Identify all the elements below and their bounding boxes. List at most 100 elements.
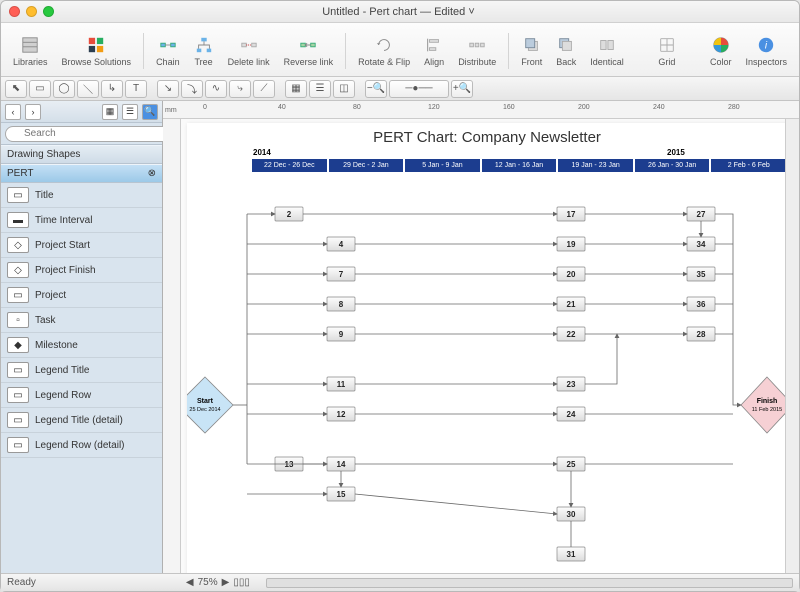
color-button[interactable]: Color <box>706 33 736 69</box>
task-node[interactable]: 23 <box>557 377 585 391</box>
canvas[interactable]: PERT Chart: Company Newsletter 2014 2015… <box>181 119 785 573</box>
conn-round[interactable]: ⟋ <box>253 80 275 98</box>
close-icon[interactable] <box>9 6 20 17</box>
conn-direct[interactable]: ↘ <box>157 80 179 98</box>
task-node[interactable]: 4 <box>327 237 355 251</box>
align-button[interactable]: Align <box>420 33 448 69</box>
vertical-scrollbar[interactable] <box>785 119 799 573</box>
shape-label: Legend Title (detail) <box>35 415 123 426</box>
shape-item[interactable]: ▭Legend Row (detail) <box>1 433 162 458</box>
sidebar-prev-icon[interactable]: ‹ <box>5 104 21 120</box>
shape-item[interactable]: ◇Project Start <box>1 233 162 258</box>
browse-solutions-button[interactable]: Browse Solutions <box>58 33 136 69</box>
connector-tool[interactable]: ↳ <box>101 80 123 98</box>
chain-button[interactable]: Chain <box>152 33 184 69</box>
close-group-icon[interactable]: ⊗ <box>148 168 156 179</box>
shape-item[interactable]: ▬Time Interval <box>1 208 162 233</box>
shape-item[interactable]: ▭Legend Title (detail) <box>1 408 162 433</box>
sidebar-search-toggle-icon[interactable]: 🔍 <box>142 104 158 120</box>
zoom-out-icon[interactable]: ◀ <box>186 577 194 588</box>
minimize-icon[interactable] <box>26 6 37 17</box>
snap-grid[interactable]: ▦ <box>285 80 307 98</box>
zoom-out-tool[interactable]: −🔍 <box>365 80 387 98</box>
conn-arc[interactable]: ⤵ <box>181 80 203 98</box>
svg-text:23: 23 <box>567 380 576 389</box>
distribute-button[interactable]: Distribute <box>454 33 500 69</box>
task-node[interactable]: 27 <box>687 207 715 221</box>
task-node[interactable]: 36 <box>687 297 715 311</box>
shape-item[interactable]: ▫Task <box>1 308 162 333</box>
task-node[interactable]: 2 <box>275 207 303 221</box>
statusbar: Ready ◀ 75% ▶ ▯▯▯ <box>1 573 799 591</box>
inspectors-button[interactable]: iInspectors <box>741 33 791 69</box>
rotate-flip-button[interactable]: Rotate & Flip <box>354 33 414 69</box>
start-node[interactable]: Start25 Dec 2014 <box>187 377 233 433</box>
ruler-horizontal: mm04080120160200240280 <box>163 101 799 119</box>
shape-thumb-icon: ◆ <box>7 337 29 353</box>
reverse-link-button[interactable]: Reverse link <box>280 33 338 69</box>
view-grid-icon[interactable]: ▦ <box>102 104 118 120</box>
identical-button[interactable]: Identical <box>586 33 628 69</box>
task-node[interactable]: 9 <box>327 327 355 341</box>
rect-tool[interactable]: ▭ <box>29 80 51 98</box>
task-node[interactable]: 30 <box>557 507 585 521</box>
task-node[interactable]: 35 <box>687 267 715 281</box>
text-tool[interactable]: T <box>125 80 147 98</box>
conn-bezier[interactable]: ∿ <box>205 80 227 98</box>
page-tabs-icon[interactable]: ▯▯▯ <box>233 577 250 588</box>
shape-item[interactable]: ◇Project Finish <box>1 258 162 283</box>
shape-item[interactable]: ▭Legend Row <box>1 383 162 408</box>
sidebar: ‹ › ▦ ☰ 🔍 🔍 Drawing Shapes PERT⊗ ▭Title▬… <box>1 101 163 573</box>
finish-node[interactable]: Finish11 Feb 2015 <box>741 377 785 433</box>
shape-item[interactable]: ▭Title <box>1 183 162 208</box>
horizontal-scrollbar[interactable] <box>266 578 793 588</box>
task-node[interactable]: 14 <box>327 457 355 471</box>
snap-obj[interactable]: ◫ <box>333 80 355 98</box>
task-node[interactable]: 21 <box>557 297 585 311</box>
libraries-button[interactable]: Libraries <box>9 33 52 69</box>
sidebar-next-icon[interactable]: › <box>25 104 41 120</box>
back-button[interactable]: Back <box>552 33 580 69</box>
task-node[interactable]: 20 <box>557 267 585 281</box>
task-node[interactable]: 22 <box>557 327 585 341</box>
zoom-control[interactable]: ◀ 75% ▶ ▯▯▯ <box>186 577 250 588</box>
conn-smart[interactable]: ⤷ <box>229 80 251 98</box>
shape-label: Milestone <box>35 340 78 351</box>
task-node[interactable]: 15 <box>327 487 355 501</box>
sidebar-group-drawing[interactable]: Drawing Shapes <box>1 145 162 164</box>
grid-button[interactable]: Grid <box>653 33 681 69</box>
maximize-icon[interactable] <box>43 6 54 17</box>
time-interval: 12 Jan - 16 Jan <box>481 158 558 173</box>
task-node[interactable]: 31 <box>557 547 585 561</box>
shape-item[interactable]: ▭Legend Title <box>1 358 162 383</box>
view-list-icon[interactable]: ☰ <box>122 104 138 120</box>
tree-button[interactable]: Tree <box>190 33 218 69</box>
task-node[interactable]: 24 <box>557 407 585 421</box>
pointer-tool[interactable]: ⬉ <box>5 80 27 98</box>
line-tool[interactable]: ＼ <box>77 80 99 98</box>
front-button[interactable]: Front <box>517 33 546 69</box>
delete-link-button[interactable]: Delete link <box>224 33 274 69</box>
ellipse-tool[interactable]: ◯ <box>53 80 75 98</box>
task-node[interactable]: 7 <box>327 267 355 281</box>
svg-text:12: 12 <box>337 410 346 419</box>
search-input[interactable] <box>5 126 173 142</box>
shape-item[interactable]: ▭Project <box>1 283 162 308</box>
task-node[interactable]: 8 <box>327 297 355 311</box>
shape-item[interactable]: ◆ Milestone <box>1 333 162 358</box>
task-node[interactable]: 19 <box>557 237 585 251</box>
zoom-slider[interactable]: ─●── <box>389 80 449 98</box>
snap-guides[interactable]: ☰ <box>309 80 331 98</box>
task-node[interactable]: 25 <box>557 457 585 471</box>
time-interval: 19 Jan - 23 Jan <box>557 158 634 173</box>
task-node[interactable]: 34 <box>687 237 715 251</box>
task-node[interactable]: 11 <box>327 377 355 391</box>
svg-text:13: 13 <box>285 460 294 469</box>
task-node[interactable]: 12 <box>327 407 355 421</box>
shape-thumb-icon: ◇ <box>7 262 29 278</box>
zoom-in-tool[interactable]: +🔍 <box>451 80 473 98</box>
task-node[interactable]: 28 <box>687 327 715 341</box>
zoom-in-icon[interactable]: ▶ <box>222 577 230 588</box>
task-node[interactable]: 17 <box>557 207 585 221</box>
sidebar-group-pert[interactable]: PERT⊗ <box>1 164 162 183</box>
